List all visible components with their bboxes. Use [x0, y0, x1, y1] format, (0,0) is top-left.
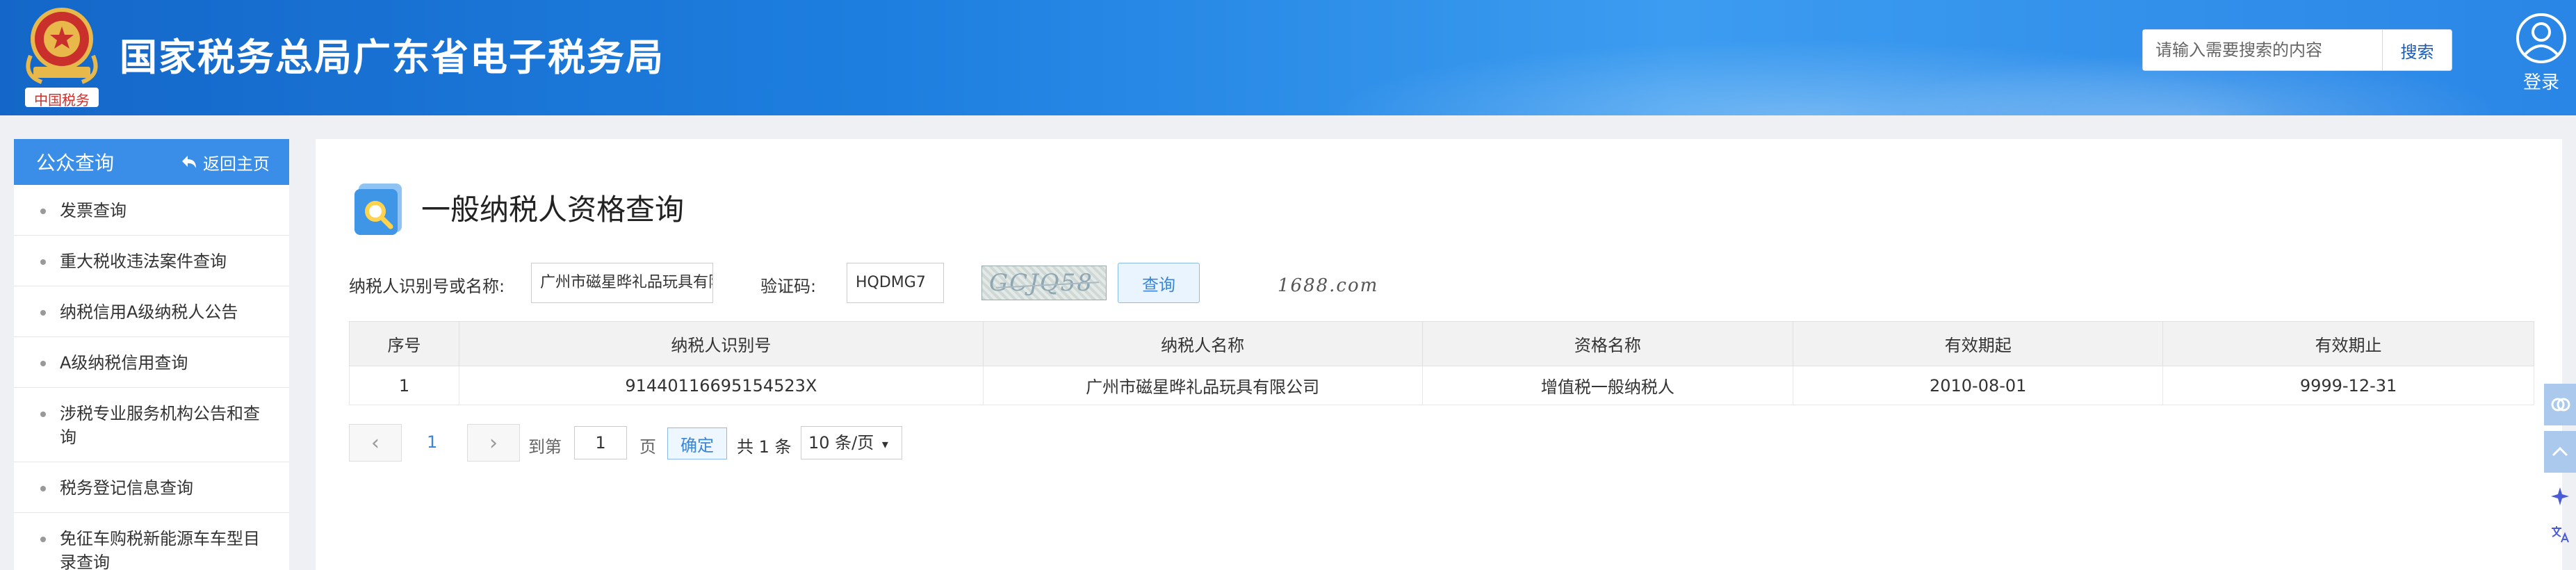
floating-toolbar: [2544, 384, 2576, 553]
table-header-row: 序号 纳税人识别号 纳税人名称 资格名称 有效期起 有效期止: [349, 321, 2534, 366]
goto-page-input[interactable]: 1: [574, 426, 627, 459]
next-page-button[interactable]: ›: [467, 424, 520, 462]
sidebar: 公众查询 返回主页 发票查询 重大税收违法案件查询 纳税信用A级纳税人公告 A级…: [14, 139, 289, 570]
query-form: 纳税人识别号或名称: 广州市磁星晔礼品玩具有限公司 验证码: HQDMG7 GC…: [349, 263, 1600, 303]
header-search: 搜索: [2142, 29, 2452, 71]
login-button[interactable]: 登录: [2512, 13, 2570, 94]
captcha-label: 验证码:: [760, 277, 817, 296]
sidebar-item-invoice-query[interactable]: 发票查询: [14, 185, 289, 236]
user-avatar-icon: [2516, 13, 2566, 63]
sidebar-item-new-energy-vehicle[interactable]: 免征车购税新能源车车型目录查询: [14, 513, 289, 570]
captcha-image-text: GCJQ58: [989, 269, 1093, 297]
sidebar-header: 公众查询 返回主页: [14, 139, 289, 185]
search-input[interactable]: [2143, 30, 2379, 70]
main-panel: 一般纳税人资格查询 纳税人识别号或名称: 广州市磁星晔礼品玩具有限公司 验证码:…: [316, 139, 2562, 570]
sidebar-item-a-level-query[interactable]: A级纳税信用查询: [14, 337, 289, 388]
back-home-label: 返回主页: [203, 154, 270, 174]
taxpayer-input[interactable]: 广州市磁星晔礼品玩具有限公司: [531, 263, 713, 303]
prev-page-button[interactable]: ‹: [349, 424, 402, 462]
page-size-value: 10 条/页: [808, 433, 874, 453]
search-document-icon: [354, 184, 402, 235]
translate-icon[interactable]: [2544, 516, 2576, 552]
result-table: 序号 纳税人识别号 纳税人名称 资格名称 有效期起 有效期止 1 9144011…: [349, 321, 2534, 405]
site-header: 中国税务 国家税务总局广东省电子税务局 搜索 登录: [0, 0, 2576, 115]
chevron-down-icon: ▾: [881, 437, 888, 452]
back-home-link[interactable]: 返回主页: [181, 150, 270, 174]
page-size-select[interactable]: 10 条/页 ▾: [801, 426, 902, 459]
query-button[interactable]: 查询: [1118, 263, 1200, 303]
sidebar-item-tax-service-agency[interactable]: 涉税专业服务机构公告和查询: [14, 388, 289, 462]
captcha-image[interactable]: GCJQ58: [981, 266, 1107, 300]
taxpayer-label: 纳税人识别号或名称:: [349, 277, 505, 296]
total-count: 共 1 条: [737, 437, 792, 457]
page-unit-label: 页: [639, 437, 656, 457]
back-to-top-icon[interactable]: [2544, 431, 2576, 473]
col-header-taxpayer-name: 纳税人名称: [982, 321, 1423, 366]
col-header-valid-to: 有效期止: [2162, 321, 2534, 366]
sidebar-item-major-violation[interactable]: 重大税收违法案件查询: [14, 236, 289, 286]
sidebar-item-registration-query[interactable]: 税务登记信息查询: [14, 462, 289, 513]
cell-valid-to: 9999-12-31: [2162, 366, 2534, 405]
login-label: 登录: [2522, 72, 2559, 93]
customer-service-icon[interactable]: [2544, 384, 2576, 425]
col-header-tax-id: 纳税人识别号: [458, 321, 984, 366]
col-header-qualification: 资格名称: [1421, 321, 1794, 366]
pagination: ‹ 1 › 到第 1 页 确定 共 1 条 10 条/页 ▾: [349, 424, 975, 462]
captcha-input[interactable]: HQDMG7: [847, 263, 944, 303]
cell-index: 1: [349, 366, 459, 405]
cell-taxpayer-name: 广州市磁星晔礼品玩具有限公司: [982, 366, 1423, 405]
page-title: 一般纳税人资格查询: [421, 193, 685, 227]
back-arrow-icon: [182, 156, 196, 168]
site-title: 国家税务总局广东省电子税务局: [120, 35, 665, 79]
goto-confirm-button[interactable]: 确定: [667, 427, 727, 459]
search-button[interactable]: 搜索: [2382, 30, 2452, 70]
sidebar-menu: 发票查询 重大税收违法案件查询 纳税信用A级纳税人公告 A级纳税信用查询 涉税专…: [14, 185, 289, 570]
cell-valid-from: 2010-08-01: [1793, 366, 2164, 405]
cell-tax-id: 91440116695154523X: [458, 366, 984, 405]
cell-qualification: 增值税一般纳税人: [1421, 366, 1794, 405]
watermark-text: 1688.com: [1278, 275, 1379, 296]
sidebar-title: 公众查询: [36, 152, 115, 174]
goto-label: 到第: [528, 437, 562, 457]
col-header-valid-from: 有效期起: [1793, 321, 2164, 366]
current-page-number[interactable]: 1: [427, 432, 437, 452]
emblem-caption: 中国税务: [34, 92, 90, 108]
col-header-index: 序号: [349, 321, 459, 366]
sidebar-item-a-level-announcement[interactable]: 纳税信用A级纳税人公告: [14, 286, 289, 337]
sparkle-icon[interactable]: [2544, 478, 2576, 514]
table-row: 1 91440116695154523X 广州市磁星晔礼品玩具有限公司 增值税一…: [349, 366, 2534, 405]
